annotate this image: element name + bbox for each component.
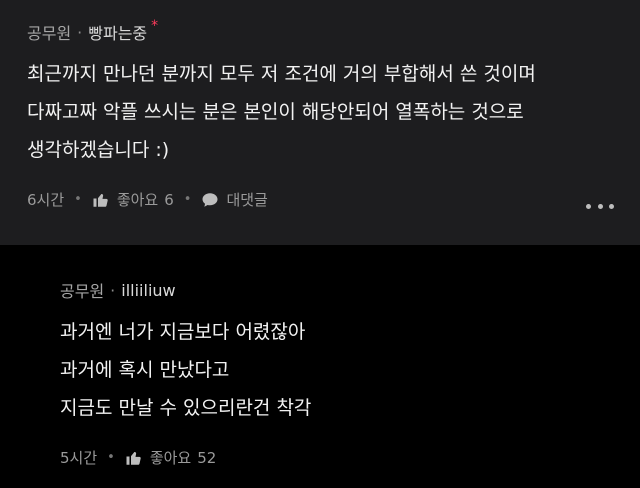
reply-button[interactable]: 대댓글	[201, 189, 268, 210]
reply-label: 대댓글	[226, 191, 268, 209]
author-board: 공무원	[27, 24, 72, 43]
like-label: 좋아요	[116, 191, 159, 209]
top-comment: 공무원 · 빵파는중 * 최근까지 만나던 분까지 모두 저 조건에 거의 부합…	[0, 0, 640, 245]
separator-dot: •	[183, 192, 192, 207]
separator-dot: ·	[110, 280, 116, 300]
like-label: 좋아요	[149, 449, 192, 467]
reply-line: 지금도 만날 수 있으리란건 착각	[60, 397, 312, 419]
comment-body: 최근까지 만나던 분까지 모두 저 조건에 거의 부합해서 쓴 것이며 다짜고짜…	[27, 55, 536, 169]
like-button[interactable]: 좋아요 6	[92, 189, 174, 210]
more-horizontal-icon	[586, 203, 591, 209]
reply-line: 과거에 혹시 만났다고	[60, 359, 230, 381]
like-count: 52	[197, 448, 217, 467]
author-board: 공무원	[60, 282, 105, 301]
more-options-button[interactable]	[586, 199, 614, 213]
comment-line: 생각하겠습니다 :)	[27, 139, 170, 161]
reply-comment: 공무원 · illiiliuw 과거엔 너가 지금보다 어렸잖아 과거에 혹시 …	[0, 245, 640, 488]
comment-thread: 공무원 · 빵파는중 * 최근까지 만나던 분까지 모두 저 조건에 거의 부합…	[0, 0, 640, 488]
comment-line: 최근까지 만나던 분까지 모두 저 조건에 거의 부합해서 쓴 것이며	[27, 63, 536, 85]
separator-dot: ·	[77, 22, 83, 42]
thumbs-up-icon	[125, 449, 143, 467]
author-nickname[interactable]: 빵파는중	[88, 20, 147, 44]
reply-body: 과거엔 너가 지금보다 어렸잖아 과거에 혹시 만났다고 지금도 만날 수 있으…	[60, 313, 311, 427]
reply-actions: 5시간 • 좋아요 52	[60, 447, 216, 468]
author-nickname[interactable]: illiiliuw	[121, 281, 175, 300]
like-count: 6	[164, 190, 174, 209]
comment-time: 6시간	[27, 191, 65, 209]
comment-author-line: 공무원 · 빵파는중 *	[27, 18, 159, 44]
thumbs-up-icon	[92, 191, 110, 209]
reply-author-line: 공무원 · illiiliuw	[60, 278, 176, 302]
separator-dot: •	[107, 450, 115, 465]
reply-line: 과거엔 너가 지금보다 어렸잖아	[60, 321, 306, 343]
separator-dot: •	[74, 192, 82, 207]
comment-actions: 6시간 • 좋아요 6 • 대댓글	[27, 189, 268, 210]
reply-time: 5시간	[60, 449, 98, 467]
comment-line: 다짜고짜 악플 쓰시는 분은 본인이 해당안되어 열폭하는 것으로	[27, 101, 524, 123]
best-comment-mark: *	[151, 18, 159, 34]
speech-bubble-icon	[201, 191, 219, 209]
like-button[interactable]: 좋아요 52	[125, 447, 217, 468]
